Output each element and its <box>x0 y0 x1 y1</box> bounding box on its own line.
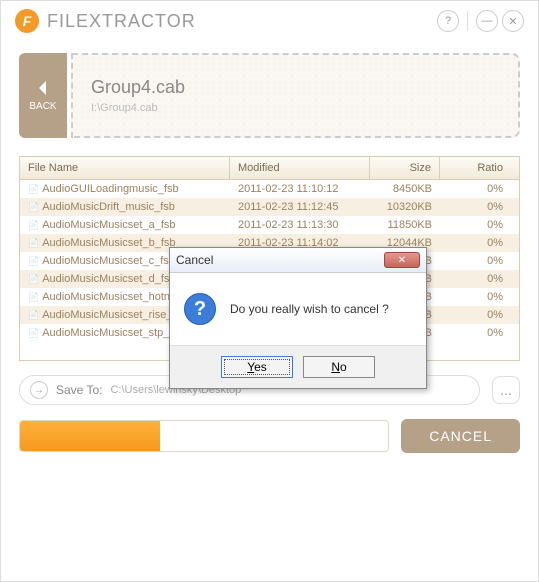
divider <box>467 11 468 31</box>
col-header-ratio[interactable]: Ratio <box>440 157 519 179</box>
app-logo: F <box>15 9 39 33</box>
minimize-button[interactable]: — <box>476 10 498 32</box>
col-header-modified[interactable]: Modified <box>230 157 370 179</box>
cancel-button[interactable]: CANCEL <box>401 419 520 453</box>
progress-bar <box>19 420 389 452</box>
dialog-no-button[interactable]: No <box>303 356 375 378</box>
table-row[interactable]: AudioMusicDrift_music_fsb2011-02-23 11:1… <box>20 198 519 216</box>
help-button[interactable]: ? <box>437 10 459 32</box>
save-label: Save To: <box>56 383 102 397</box>
back-arrow-icon <box>36 79 50 97</box>
question-icon: ? <box>184 293 216 325</box>
browse-button[interactable]: ... <box>492 376 520 404</box>
file-card: Group4.cab I:\Group4.cab <box>71 53 520 138</box>
save-arrow-icon: → <box>30 381 48 399</box>
file-path: I:\Group4.cab <box>91 102 500 114</box>
close-button[interactable]: ✕ <box>502 10 524 32</box>
dialog-title: Cancel <box>176 253 213 267</box>
dialog-message: Do you really wish to cancel ? <box>230 302 389 316</box>
back-button[interactable]: BACK <box>19 53 67 138</box>
col-header-name[interactable]: File Name <box>20 157 230 179</box>
dialog-close-button[interactable]: ✕ <box>384 252 420 268</box>
confirm-dialog: Cancel ✕ ? Do you really wish to cancel … <box>169 247 427 389</box>
table-row[interactable]: AudioGUILoadingmusic_fsb2011-02-23 11:10… <box>20 180 519 198</box>
col-header-size[interactable]: Size <box>370 157 440 179</box>
app-title: FILEXTRACTOR <box>47 11 196 32</box>
table-row[interactable]: AudioMusicMusicset_a_fsb2011-02-23 11:13… <box>20 216 519 234</box>
file-name: Group4.cab <box>91 77 500 98</box>
progress-fill <box>20 421 160 451</box>
dialog-yes-button[interactable]: Yes <box>221 356 293 378</box>
back-label: BACK <box>29 101 56 112</box>
